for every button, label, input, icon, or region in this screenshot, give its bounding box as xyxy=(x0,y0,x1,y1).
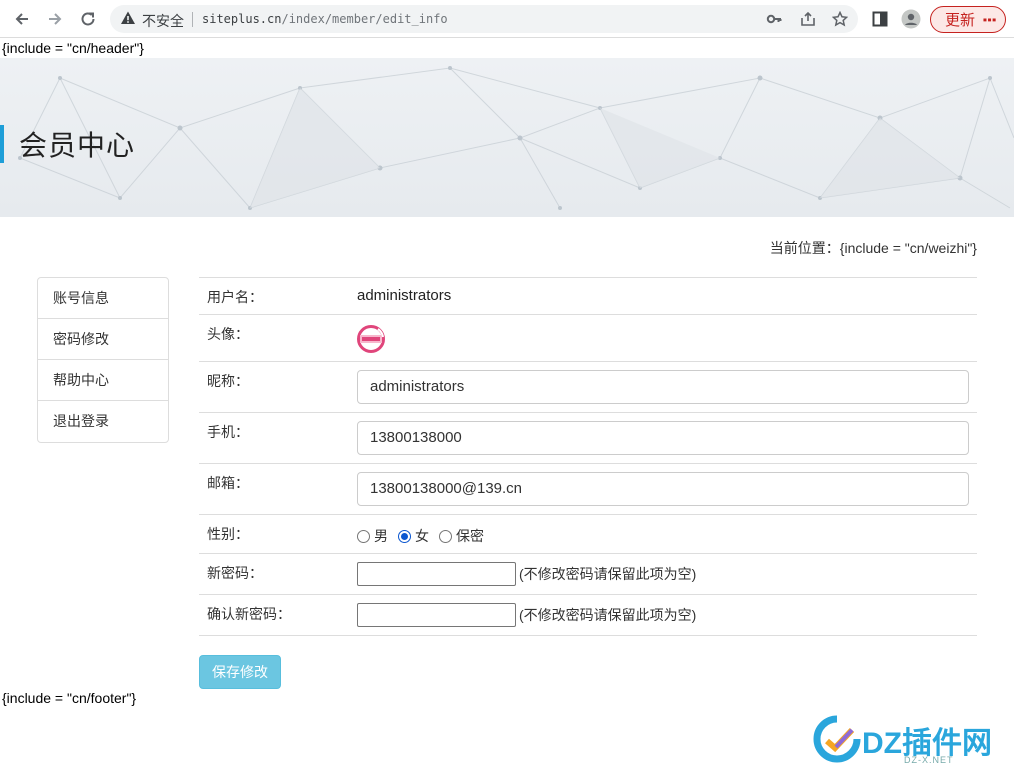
username-value: administrators xyxy=(357,287,452,304)
profile-icon[interactable] xyxy=(901,9,921,29)
gender-option-label: 男 xyxy=(374,528,388,544)
share-icon[interactable] xyxy=(800,11,816,27)
sidebar-item-change-password[interactable]: 密码修改 xyxy=(38,319,168,360)
sidebar-item-help-center[interactable]: 帮助中心 xyxy=(38,360,168,401)
warning-icon[interactable] xyxy=(120,10,136,29)
url-domain: siteplus.cn xyxy=(202,12,282,26)
address-bar[interactable]: 不安全 siteplus.cn/index/member/edit_info xyxy=(110,5,858,33)
title-accent-bar xyxy=(0,125,4,163)
header-include-text: {include = "cn/header"} xyxy=(2,40,144,56)
phone-row: 手机： 13800138000 xyxy=(199,413,977,464)
more-icon: ⋮ xyxy=(980,12,997,28)
save-button[interactable]: 保存修改 xyxy=(199,655,281,689)
gender-row: 性别： 男 女 保密 xyxy=(199,515,977,554)
network-pattern xyxy=(18,66,1014,210)
gender-label: 性别： xyxy=(207,526,249,542)
phone-input[interactable]: 13800138000 xyxy=(357,421,969,455)
nickname-label: 昵称： xyxy=(207,373,249,389)
arrow-left-icon xyxy=(15,13,28,25)
avatar-icon[interactable] xyxy=(357,325,385,356)
username-label: 用户名： xyxy=(207,289,263,305)
gender-option-label: 女 xyxy=(415,528,429,544)
new-password-input[interactable] xyxy=(357,562,516,586)
radio-icon xyxy=(357,529,370,543)
gender-option-secret[interactable]: 保密 xyxy=(439,526,484,546)
confirm-password-input[interactable] xyxy=(357,603,516,627)
dz-logo-icon xyxy=(813,715,861,763)
sidebar-menu: 账号信息 密码修改 帮助中心 退出登录 xyxy=(37,277,169,443)
back-button[interactable] xyxy=(10,7,34,31)
breadcrumb: 当前位置：{include = "cn/weizhi"} xyxy=(769,240,977,256)
confirm-password-row: 确认新密码： (不修改密码请保留此项为空) xyxy=(199,595,977,636)
sidebar-item-logout[interactable]: 退出登录 xyxy=(38,401,168,442)
url-path: /index/member/edit_info xyxy=(281,12,448,26)
footer-include-text: {include = "cn/footer"} xyxy=(2,690,137,706)
page-title: 会员中心 xyxy=(19,130,136,161)
banner xyxy=(0,58,1014,217)
radio-icon xyxy=(439,529,452,543)
radio-checked-icon xyxy=(398,529,411,543)
browser-toolbar: 不安全 siteplus.cn/index/member/edit_info 更… xyxy=(0,0,1014,38)
arrow-right-icon xyxy=(49,13,62,25)
new-password-row: 新密码： (不修改密码请保留此项为空) xyxy=(199,554,977,595)
reload-button[interactable] xyxy=(76,7,100,31)
reload-icon xyxy=(81,12,95,26)
email-input[interactable]: 13800138000@139.cn xyxy=(357,472,969,506)
insecure-label[interactable]: 不安全 xyxy=(142,11,184,31)
nickname-input[interactable]: administrators xyxy=(357,370,969,404)
separator xyxy=(192,12,193,27)
phone-label: 手机： xyxy=(207,424,249,440)
nickname-row: 昵称： administrators xyxy=(199,362,977,413)
new-password-field: (不修改密码请保留此项为空) xyxy=(357,562,696,586)
update-button[interactable]: 更新 ⋮ xyxy=(930,6,1006,33)
forward-button[interactable] xyxy=(43,7,67,31)
update-label: 更新 xyxy=(945,12,976,29)
watermark: DZ插件网 DZ-X.NET xyxy=(812,710,1002,772)
gender-radio-group: 男 女 保密 xyxy=(357,526,494,546)
gender-option-female[interactable]: 女 xyxy=(398,526,429,546)
avatar-label: 头像： xyxy=(207,326,249,342)
email-row: 邮箱： 13800138000@139.cn xyxy=(199,464,977,515)
watermark-subtext: DZ-X.NET xyxy=(904,755,954,765)
confirm-password-label: 确认新密码： xyxy=(207,606,291,622)
new-password-hint: (不修改密码请保留此项为空) xyxy=(519,566,697,582)
new-password-label: 新密码： xyxy=(207,565,263,581)
gender-option-label: 保密 xyxy=(456,528,484,544)
key-icon[interactable] xyxy=(766,11,782,27)
username-row: 用户名： administrators xyxy=(199,278,977,315)
avatar-row: 头像： xyxy=(199,315,977,362)
profile-form: 用户名： administrators 头像： 昵称： administrato… xyxy=(199,277,977,636)
side-panel-icon[interactable] xyxy=(870,9,890,29)
gender-option-male[interactable]: 男 xyxy=(357,526,388,546)
sidebar-item-account-info[interactable]: 账号信息 xyxy=(38,278,168,319)
confirm-password-field: (不修改密码请保留此项为空) xyxy=(357,603,696,627)
star-icon[interactable] xyxy=(832,11,848,27)
url-text[interactable]: siteplus.cn/index/member/edit_info xyxy=(202,12,448,26)
email-label: 邮箱： xyxy=(207,475,249,491)
confirm-password-hint: (不修改密码请保留此项为空) xyxy=(519,607,697,623)
